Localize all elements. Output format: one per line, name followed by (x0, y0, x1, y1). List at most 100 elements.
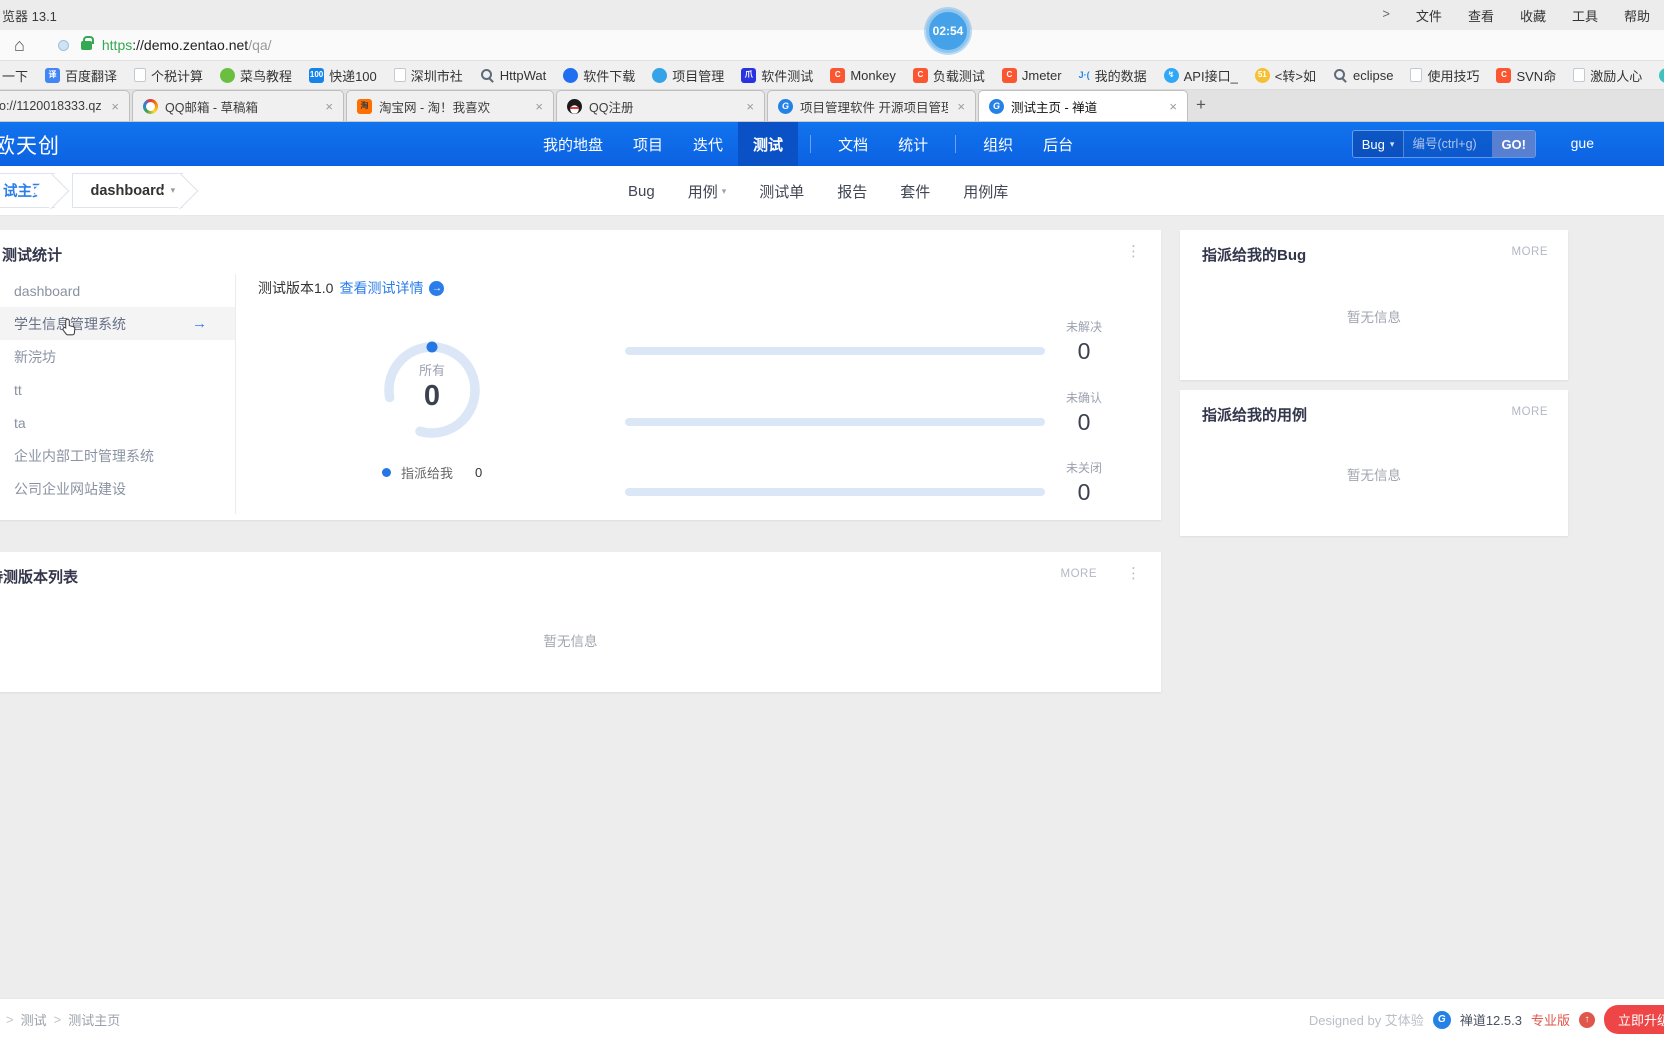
user-name[interactable]: gue (1571, 135, 1594, 151)
sidebar-item-tt[interactable]: tt (0, 373, 235, 406)
nav-admin[interactable]: 后台 (1028, 122, 1088, 166)
sidebar-item-dashboard[interactable]: dashboard (0, 274, 235, 307)
bookmark-item[interactable]: eclipse (1333, 68, 1393, 83)
bookmark-item[interactable]: 100 快递100 (309, 66, 377, 85)
search-type-label: Bug (1361, 136, 1385, 152)
donut-legend: 指派给我 0 (382, 463, 482, 482)
bar-unclosed (625, 488, 1045, 496)
bookmark-item[interactable]: C Jmeter (1001, 67, 1062, 83)
menu-file[interactable]: 文件 (1416, 6, 1442, 25)
view-test-detail-link[interactable]: 查看测试详情 (339, 278, 423, 298)
subnav-case[interactable]: 用例 ▾ (688, 181, 727, 202)
sidebar-item-xinhuanfang[interactable]: 新浣坊 (0, 340, 235, 373)
footer-crumb-testhome[interactable]: 测试主页 (68, 1010, 120, 1029)
nav-doc[interactable]: 文档 (823, 122, 883, 166)
menu-help[interactable]: 帮助 (1624, 6, 1650, 25)
search-type-dropdown[interactable]: Bug ▾ (1352, 131, 1405, 157)
more-link[interactable]: MORE (1512, 406, 1549, 418)
tab-close-icon[interactable]: × (109, 99, 121, 114)
bookmark-favicon: C (1001, 67, 1017, 83)
url-field[interactable]: https://demo.zentao.net/qa/ (102, 37, 272, 53)
edition-label[interactable]: 专业版 (1531, 1010, 1570, 1029)
tab-title: 测试主页 - 禅道 (1011, 100, 1098, 115)
product-version[interactable]: 禅道12.5.3 (1460, 1010, 1522, 1029)
home-icon[interactable]: ⌂ (14, 35, 25, 56)
bookmark-item[interactable]: 项目管理 (652, 66, 724, 85)
search-input[interactable] (1404, 131, 1493, 157)
search-go-button[interactable]: GO! (1492, 131, 1535, 157)
card-menu-icon[interactable]: ⋮ (1126, 564, 1141, 582)
bookmark-item[interactable]: 译百度翻译 (45, 66, 117, 85)
nav-stats[interactable]: 统计 (883, 122, 943, 166)
bookmark-favicon: C (830, 67, 846, 83)
tab-favicon (567, 98, 582, 114)
bookmark-favicon (1659, 67, 1664, 83)
menu-view[interactable]: 查看 (1468, 6, 1494, 25)
brand-logo[interactable]: 欧天创 (0, 130, 60, 160)
nav-org[interactable]: 组织 (968, 122, 1028, 166)
bookmark-favicon (1573, 68, 1586, 82)
sidebar-item-company-website[interactable]: 公司企业网站建设 (0, 472, 235, 505)
browser-tab-active[interactable]: G 测试主页 - 禅道 × (978, 90, 1188, 121)
card-menu-icon[interactable]: ⋮ (1126, 242, 1141, 260)
browser-tab[interactable]: QQ邮箱 - 草稿箱 × (132, 90, 344, 121)
subnav-suite[interactable]: 套件 (900, 181, 930, 202)
sidebar-item-worktime-system[interactable]: 企业内部工时管理系统 (0, 439, 235, 472)
menu-expand-icon[interactable]: > (1382, 6, 1390, 25)
bookmark-item[interactable]: C 负载测试 (912, 66, 985, 85)
menu-favorites[interactable]: 收藏 (1520, 6, 1546, 25)
tab-close-icon[interactable]: × (955, 99, 967, 114)
bookmark-item[interactable]: 一下 (2, 66, 28, 85)
ssl-lock-icon[interactable] (80, 35, 94, 50)
bookmark-item[interactable]: HttpWat (480, 68, 546, 83)
version-label: 测试版本1.0 (258, 280, 334, 296)
bookmark-item[interactable]: 利用CM (1659, 66, 1664, 85)
bookmark-item[interactable]: 激励人心 (1573, 66, 1642, 85)
upgrade-button[interactable]: 立即升级 (1603, 1005, 1664, 1034)
new-tab-button[interactable]: + (1196, 95, 1206, 115)
sidebar-item-label: dashboard (14, 282, 81, 299)
bookmark-item[interactable]: 个税计算 (134, 66, 203, 85)
subnav-bug[interactable]: Bug (628, 183, 655, 200)
browser-tab[interactable]: QQ注册 × (556, 90, 765, 121)
sidebar-item-student-system[interactable]: 学生信息管理系统 → (0, 307, 235, 340)
bookmark-item[interactable]: 爪软件测试 (741, 66, 813, 85)
subnav-testtask[interactable]: 测试单 (759, 181, 804, 202)
bookmark-item[interactable]: J·(我的数据 (1079, 66, 1147, 85)
more-link[interactable]: MORE (1061, 568, 1098, 580)
subnav-report[interactable]: 报告 (837, 181, 867, 202)
tab-close-icon[interactable]: × (1167, 99, 1179, 114)
bookmark-item[interactable]: C SVN命 (1496, 66, 1556, 85)
bookmark-item[interactable]: 51 <转>如 (1254, 66, 1316, 85)
tab-close-icon[interactable]: × (323, 99, 335, 114)
nav-sprint[interactable]: 迭代 (678, 122, 738, 166)
more-link[interactable]: MORE (1512, 246, 1549, 258)
tab-close-icon[interactable]: × (533, 99, 545, 114)
browser-tab[interactable]: 淘 淘宝网 - 淘！我喜欢 × (346, 90, 554, 121)
nav-project[interactable]: 项目 (618, 122, 678, 166)
sidebar-item-ta[interactable]: ta (0, 406, 235, 439)
arrow-circle-icon[interactable]: → (429, 280, 445, 296)
bookmark-item[interactable]: 软件下载 (563, 66, 635, 85)
browser-tab[interactable]: o://1120018333.qzor × (0, 90, 130, 121)
arrow-right-icon[interactable]: → (192, 315, 207, 332)
url-scheme: https (101, 37, 133, 53)
bookmark-item[interactable]: 使用技巧 (1410, 66, 1479, 85)
tab-close-icon[interactable]: × (744, 99, 756, 114)
subnav-caselib[interactable]: 用例库 (963, 181, 1008, 202)
breadcrumb-home[interactable]: 试主页 (0, 173, 55, 208)
nav-my-zone[interactable]: 我的地盘 (528, 122, 618, 166)
bookmark-item[interactable]: ↯ API接口_ (1163, 66, 1238, 85)
menu-tools[interactable]: 工具 (1572, 6, 1598, 25)
browser-tab[interactable]: G 项目管理软件 开源项目管理软件 × (767, 90, 976, 121)
bookmark-label: 我的数据 (1094, 68, 1147, 84)
footer-crumb-test[interactable]: 测试 (21, 1010, 47, 1029)
nav-test-active[interactable]: 测试 (738, 122, 799, 166)
bookmark-item[interactable]: 菜鸟教程 (220, 66, 292, 85)
breadcrumb-current[interactable]: dashboard ▾ (71, 173, 184, 208)
screen-timer-badge[interactable]: 02:54 (926, 9, 970, 53)
bookmark-item[interactable]: 深圳市社 (393, 66, 463, 85)
site-permission-icon[interactable] (57, 39, 69, 51)
upgrade-arrow-icon[interactable]: ↑ (1578, 1011, 1595, 1028)
bookmark-item[interactable]: C Monkey (830, 67, 896, 83)
